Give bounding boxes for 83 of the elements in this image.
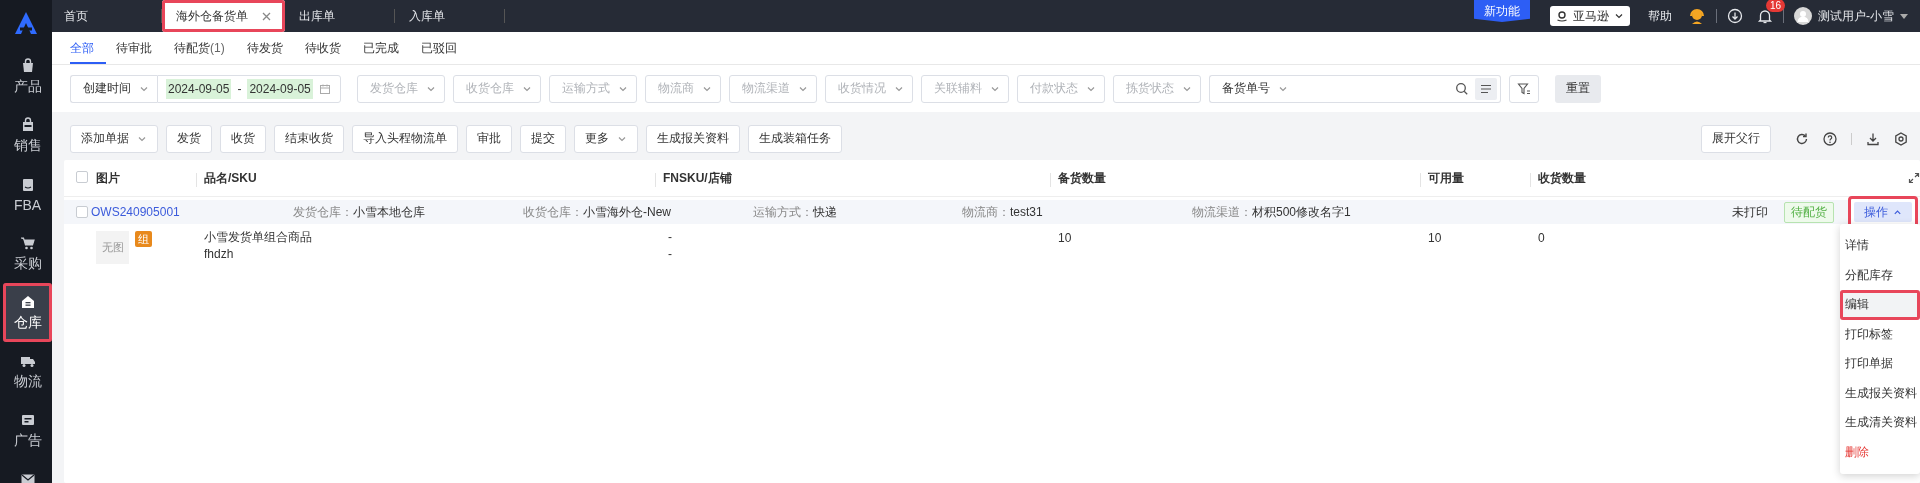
menu-item[interactable]: 打印单据 bbox=[1840, 349, 1920, 379]
chevron-up-icon bbox=[1893, 207, 1902, 217]
toolbar-button[interactable]: 发货 bbox=[166, 124, 212, 153]
status-tab[interactable]: 已驳回 bbox=[420, 32, 469, 64]
table-cell-text: 10 bbox=[1057, 231, 1073, 245]
avatar-icon bbox=[1794, 7, 1812, 25]
settings-icon[interactable] bbox=[1894, 131, 1908, 146]
sidebar-item[interactable]: 采购 bbox=[3, 224, 52, 283]
headset-icon[interactable] bbox=[1688, 7, 1706, 25]
refresh-icon[interactable] bbox=[1795, 131, 1809, 146]
notification-count: 16 bbox=[1766, 0, 1786, 12]
sidebar-item[interactable]: 广告 bbox=[3, 401, 52, 460]
page-tab[interactable]: 海外仓备货单 bbox=[162, 0, 285, 32]
order-field: 运输方式：快递 bbox=[753, 203, 962, 221]
status-tab[interactable]: 待配货(1) bbox=[174, 32, 237, 64]
status-tab[interactable]: 待发货 bbox=[246, 32, 295, 64]
help-link[interactable]: 帮助 bbox=[1648, 7, 1672, 25]
cart-icon bbox=[18, 234, 37, 252]
no-image-thumbnail: 无图 bbox=[96, 231, 129, 264]
column-header: 图片 bbox=[95, 169, 121, 187]
help-icon[interactable] bbox=[1823, 131, 1837, 146]
status-tab[interactable]: 已完成 bbox=[362, 32, 411, 64]
fnsku-text: - bbox=[668, 231, 673, 244]
order-field: 物流渠道：材积500修改名字1 bbox=[1192, 203, 1422, 221]
chevron-down-icon bbox=[1614, 11, 1624, 21]
order-number-link[interactable]: OWS240905001 bbox=[91, 205, 293, 219]
menu-item[interactable]: 打印标签 bbox=[1840, 319, 1920, 349]
status-tab[interactable]: 待审批 bbox=[116, 32, 164, 64]
sidebar-item[interactable]: 销售 bbox=[3, 106, 52, 165]
sidebar-item[interactable]: 物流 bbox=[3, 342, 52, 401]
dropdown-button[interactable]: 更多 bbox=[574, 124, 638, 153]
toolbar-button[interactable]: 结束收货 bbox=[274, 124, 344, 153]
column-header: 品名/SKU bbox=[196, 169, 655, 187]
sidebar-item[interactable]: 产品 bbox=[3, 47, 52, 106]
filter-icon bbox=[1517, 81, 1531, 96]
status-tag: 待配货 bbox=[1784, 201, 1834, 223]
calendar-icon bbox=[318, 82, 331, 95]
page-tab[interactable]: 首页 bbox=[52, 0, 162, 32]
caret-icon bbox=[1900, 12, 1908, 20]
toolbar-button[interactable]: 提交 bbox=[520, 124, 566, 153]
filter-button[interactable] bbox=[1509, 74, 1539, 103]
column-header: FNSKU/店铺 bbox=[655, 169, 1050, 187]
column-header: 可用量 bbox=[1420, 169, 1530, 187]
reset-button[interactable]: 重置 bbox=[1555, 74, 1601, 103]
bell-icon[interactable] bbox=[1757, 8, 1773, 24]
download-icon[interactable] bbox=[1866, 131, 1880, 146]
user-menu[interactable]: 测试用户-小雪 bbox=[1794, 7, 1908, 25]
page-tab[interactable]: 入库单 bbox=[395, 0, 505, 32]
order-field: 物流商：test31 bbox=[962, 203, 1192, 221]
store-text: - bbox=[668, 248, 673, 261]
page-tab[interactable]: 出库单 bbox=[285, 0, 395, 32]
checkbox[interactable] bbox=[76, 170, 88, 183]
store-select[interactable]: 亚马逊 bbox=[1550, 6, 1630, 26]
date-range-field[interactable]: 2024-09-05 - 2024-09-05 bbox=[157, 74, 341, 103]
time-field-select[interactable]: 创建时间 bbox=[70, 74, 157, 103]
product-name: 小雪发货单组合商品 bbox=[204, 231, 313, 244]
order-field: 发货仓库：小雪本地仓库 bbox=[293, 203, 523, 221]
menu-item[interactable]: 删除 bbox=[1840, 437, 1920, 467]
checkbox[interactable] bbox=[76, 206, 88, 218]
menu-item[interactable]: 编辑 bbox=[1840, 290, 1920, 320]
status-tab[interactable]: 待收货 bbox=[304, 32, 353, 64]
toolbar-button[interactable]: 生成报关资料 bbox=[646, 124, 740, 153]
menu-item[interactable]: 分配库存 bbox=[1840, 260, 1920, 290]
column-header: 备货数量 bbox=[1050, 169, 1420, 187]
column-header: 收货数量 bbox=[1530, 169, 1900, 187]
menu-item[interactable]: 详情 bbox=[1840, 231, 1920, 261]
table-cell-text: 10 bbox=[1427, 231, 1443, 245]
new-feature-badge[interactable]: 新功能 bbox=[1474, 0, 1530, 22]
toolbar-button[interactable]: 生成装箱任务 bbox=[748, 124, 842, 153]
menu-item[interactable]: 生成报关资料 bbox=[1840, 378, 1920, 408]
toolbar-button[interactable]: 收货 bbox=[220, 124, 266, 153]
sku-text: fhdzh bbox=[204, 248, 235, 261]
sidebar-item[interactable]: FBA bbox=[3, 165, 52, 224]
order-field: 收货仓库：小雪海外仓-New bbox=[523, 203, 753, 221]
toolbar-button[interactable]: 导入头程物流单 bbox=[352, 124, 458, 153]
close-icon[interactable] bbox=[262, 11, 271, 21]
toolbar-button[interactable]: 审批 bbox=[466, 124, 512, 153]
dropdown-button[interactable]: 添加单据 bbox=[70, 124, 158, 153]
expand-rows-button[interactable]: 展开父行 bbox=[1701, 124, 1771, 153]
menu-item[interactable]: 生成清关资料 bbox=[1840, 408, 1920, 438]
combo-tag: 组 bbox=[135, 231, 152, 247]
sidebar-item[interactable]: 仓库 bbox=[3, 283, 52, 342]
print-status: 未打印 bbox=[1732, 203, 1768, 221]
